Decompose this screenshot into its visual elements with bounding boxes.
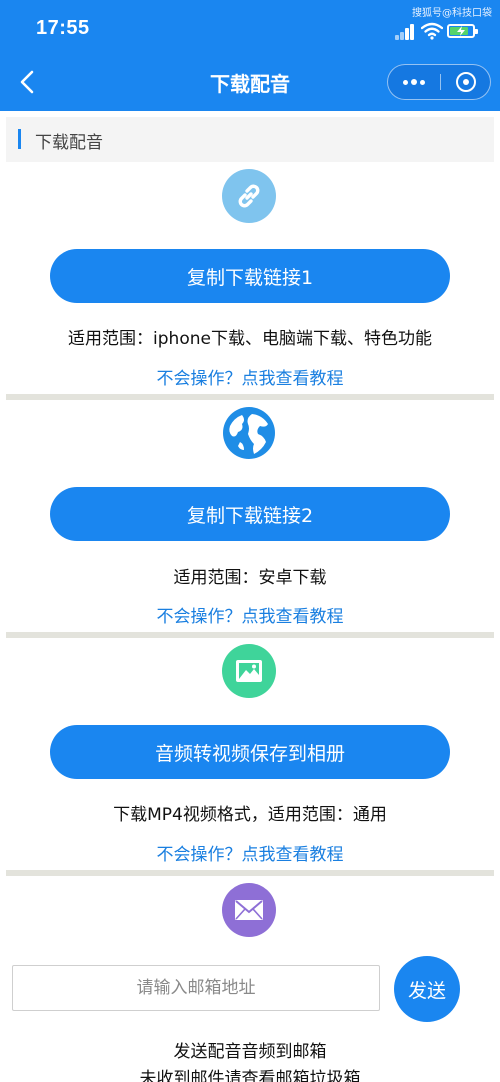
- option-3-description: 下载MP4视频格式，适用范围：通用: [113, 805, 387, 825]
- more-dots-icon: [403, 79, 425, 85]
- email-input[interactable]: [12, 965, 380, 1011]
- link-icon: [222, 169, 276, 223]
- section-accent-bar: [18, 129, 21, 149]
- section-title: 下载配音: [35, 133, 103, 153]
- globe-icon: [222, 406, 276, 460]
- audio-to-video-button[interactable]: 音频转视频保存到相册: [50, 725, 450, 779]
- option-3-help-link[interactable]: 不会操作？点我查看教程: [0, 840, 500, 865]
- circle-target-icon: [456, 72, 476, 92]
- close-button[interactable]: [441, 65, 491, 99]
- top-bar: 17:55 搜狐号@科技口袋 下载配音: [0, 0, 500, 111]
- watermark: 搜狐号@科技口袋: [412, 8, 492, 19]
- signal-icon: [395, 24, 415, 40]
- status-icons: [395, 22, 485, 42]
- image-icon: [222, 644, 276, 698]
- divider: [6, 632, 494, 638]
- wifi-icon: [421, 22, 443, 40]
- divider: [6, 394, 494, 400]
- divider: [6, 870, 494, 876]
- option-1-help-link[interactable]: 不会操作？点我查看教程: [0, 364, 500, 389]
- battery-charging-icon: [447, 24, 478, 38]
- email-description: 发送配音音频到邮箱: [173, 1042, 327, 1062]
- option-1-description: 适用范围：iphone下载、电脑端下载、特色功能: [68, 329, 432, 349]
- copy-link-2-button[interactable]: 复制下载链接2: [50, 487, 450, 541]
- mini-program-capsule: [387, 64, 491, 100]
- status-time: 17:55: [36, 17, 90, 39]
- email-note: 未收到邮件请查看邮箱垃圾箱: [139, 1069, 361, 1082]
- option-2-help-link[interactable]: 不会操作？点我查看教程: [0, 602, 500, 627]
- send-button[interactable]: 发送: [394, 956, 460, 1022]
- section-header: 下载配音: [6, 117, 494, 162]
- option-2-description: 适用范围：安卓下载: [173, 568, 327, 588]
- copy-link-1-button[interactable]: 复制下载链接1: [50, 249, 450, 303]
- envelope-icon: [222, 883, 276, 937]
- more-button[interactable]: [388, 65, 440, 99]
